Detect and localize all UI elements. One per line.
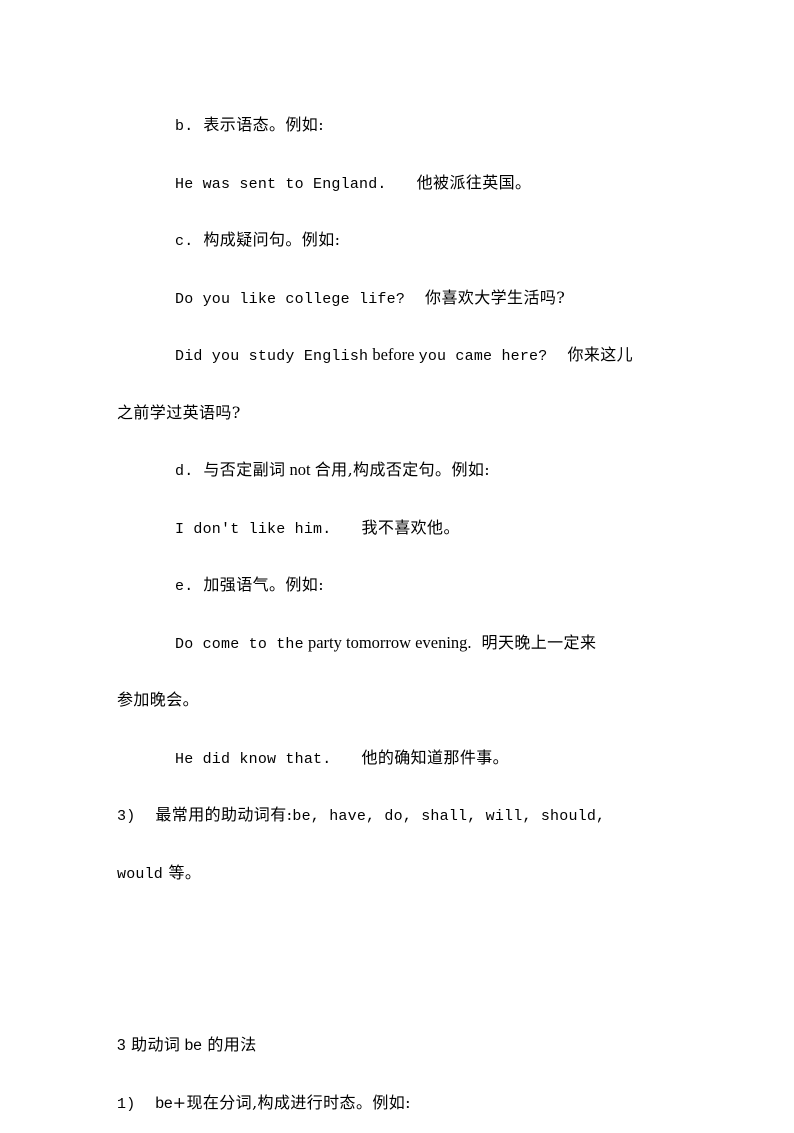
example-chinese-c1: 你喜欢大学生活吗?	[425, 287, 566, 307]
example-english-c1: Do you like college life?	[175, 290, 406, 308]
example-english-e1-part2: party tomorrow evening.	[303, 632, 472, 652]
list-item-3-suffix: 等。	[163, 862, 202, 882]
list-marker-b: b.	[175, 118, 194, 135]
section-heading: 3 助动词 be 的用法	[117, 1016, 679, 1074]
example-chinese-e1-part2: 参加晚会。	[117, 690, 200, 709]
example-sentence-e1-line2: 参加晚会。	[117, 671, 679, 729]
example-chinese-b1: 他被派往英国。	[416, 172, 532, 192]
example-sentence-b1: He was sent to England. 他被派往英国。	[117, 154, 679, 212]
section-heading-number: 3	[117, 1037, 126, 1054]
example-sentence-e2: He did know that. 他的确知道那件事。	[117, 729, 679, 787]
example-chinese-e2: 他的确知道那件事。	[361, 747, 510, 767]
example-english-c2-part1: Did you study English	[175, 348, 369, 365]
list-item-d: d. 与否定副词 not 合用,构成否定句。例如:	[117, 441, 679, 499]
list-item-3-verbs-cont: would	[117, 865, 164, 883]
example-sentence-d1: I don't like him. 我不喜欢他。	[117, 499, 679, 557]
list-marker-3: 3)	[117, 808, 136, 825]
list-item-3-verbs: be, have, do, shall, will, should,	[292, 808, 606, 825]
subsection-cn-text: +现在分词,构成进行时态。例如:	[172, 1092, 411, 1112]
list-item-3-line1: 3) 最常用的助动词有:be, have, do, shall, will, sh…	[117, 786, 679, 844]
section-heading-cn-prefix: 助动词	[131, 1035, 181, 1054]
example-chinese-c2-part2: 之前学过英语吗?	[117, 402, 241, 422]
list-item-c: c. 构成疑问句。例如:	[117, 211, 679, 269]
list-item-3-text: 最常用的助动词有:	[155, 805, 293, 824]
list-item-b: b. 表示语态。例如:	[117, 96, 679, 154]
subsection-en-term: be	[155, 1094, 173, 1112]
document-body: b. 表示语态。例如: He was sent to England. 他被派往英国…	[117, 96, 679, 1131]
list-item-3-line2: would 等。	[117, 844, 679, 902]
example-chinese-d1: 我不喜欢他。	[361, 517, 460, 537]
example-chinese-e1-part1: 明天晚上一定来	[481, 632, 597, 652]
list-item-b-text: 表示语态。例如:	[203, 115, 324, 134]
list-item-e-text: 加强语气。例如:	[203, 575, 324, 594]
list-item-c-text: 构成疑问句。例如:	[203, 230, 341, 249]
list-item-d-text-part2: 合用,构成否定句。例如:	[314, 460, 491, 479]
example-english-e2: He did know that.	[175, 750, 332, 768]
example-english-d1: I don't like him.	[175, 520, 332, 538]
subsection-item-1: 1) be+现在分词,构成进行时态。例如:	[117, 1074, 679, 1132]
example-sentence-e1-line1: Do come to the party tomorrow evening. 明天…	[117, 614, 679, 672]
section-heading-cn-suffix: 的用法	[207, 1035, 257, 1054]
example-sentence-c2-line2: 之前学过英语吗?	[117, 384, 679, 442]
subsection-marker-1: 1)	[117, 1095, 136, 1113]
example-english-c2-part2: before	[368, 345, 419, 364]
example-sentence-c2-line1: Did you study English before you came he…	[117, 326, 679, 384]
document-page: b. 表示语态。例如: He was sent to England. 他被派往英国…	[0, 0, 794, 1123]
list-item-d-keyword: not	[285, 460, 315, 479]
example-sentence-c1: Do you like college life? 你喜欢大学生活吗?	[117, 269, 679, 327]
list-item-d-text-part1: 与否定副词	[203, 460, 286, 479]
list-item-e: e. 加强语气。例如:	[117, 556, 679, 614]
example-english-e1-part1: Do come to the	[175, 635, 304, 653]
list-marker-c: c.	[175, 233, 194, 250]
example-english-c2-part3: you came here?	[418, 348, 548, 365]
example-english-b1: He was sent to England.	[175, 175, 387, 193]
list-marker-d: d.	[175, 463, 194, 480]
example-chinese-c2-part1: 你来这儿	[567, 345, 634, 364]
list-marker-e: e.	[175, 578, 194, 595]
section-heading-en-term: be	[184, 1037, 202, 1054]
